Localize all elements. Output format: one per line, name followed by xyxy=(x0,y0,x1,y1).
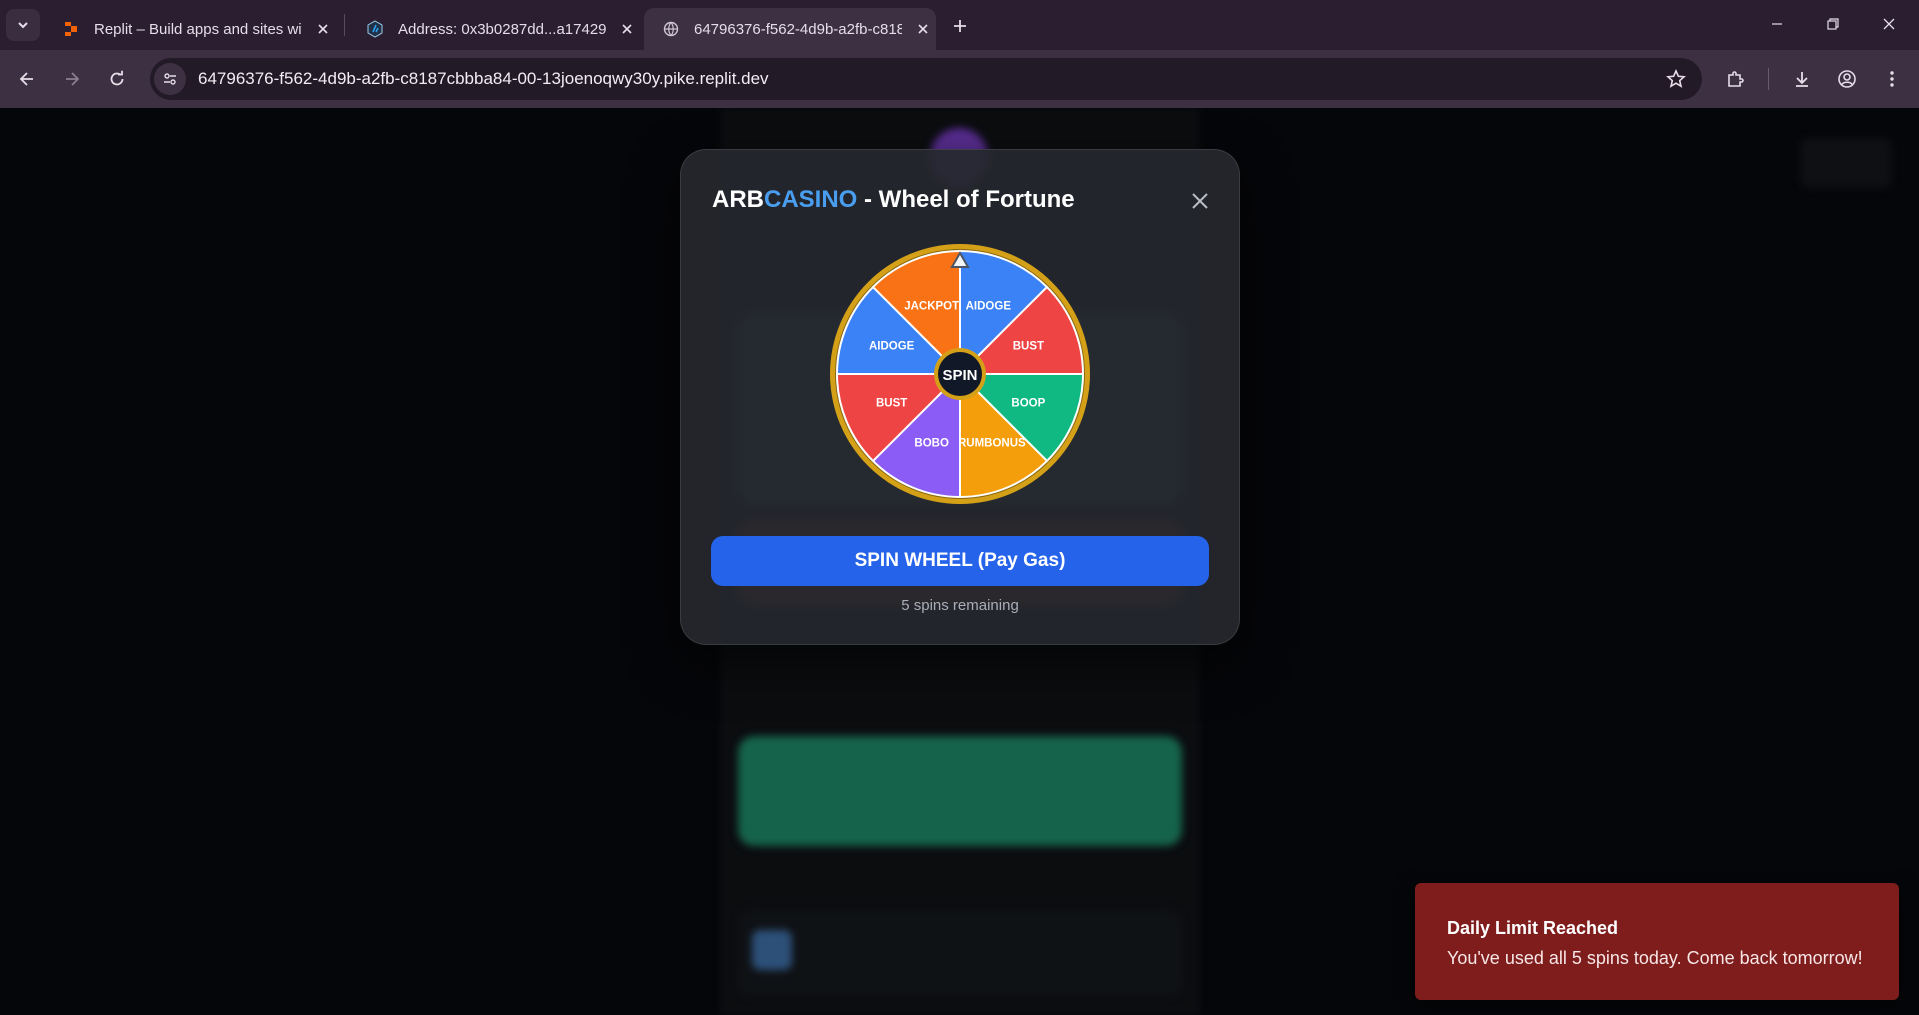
arrow-left-icon xyxy=(19,72,33,86)
account-icon xyxy=(1838,70,1856,88)
reload-button[interactable] xyxy=(101,63,133,95)
site-info-button[interactable] xyxy=(154,63,186,95)
wheel-segment-label: JACKPOT xyxy=(904,301,959,313)
window-close-button[interactable] xyxy=(1866,8,1912,40)
browser-tab-bar: Replit – Build apps and sites wit Addres… xyxy=(0,0,1919,50)
close-icon xyxy=(1192,193,1208,209)
wheel-segment-label: BOBO xyxy=(914,437,949,449)
wheel-modal: ARBCASINO - Wheel of Fortune AIDOGE BUST B… xyxy=(680,149,1240,645)
bookmark-button[interactable] xyxy=(1664,67,1688,91)
spin-hub-label: SPIN xyxy=(942,367,977,384)
error-toast[interactable]: Daily Limit Reached You've used all 5 sp… xyxy=(1415,883,1899,1000)
tab-divider xyxy=(344,14,345,36)
modal-title: ARBCASINO - Wheel of Fortune xyxy=(712,186,1075,214)
brand-casino: CASINO xyxy=(764,186,858,213)
spins-remaining-text: 5 spins remaining xyxy=(901,597,1019,614)
wheel-segment-label: AIDOGE xyxy=(966,301,1012,313)
wheel-segment-label: BOOP xyxy=(1011,397,1045,409)
minimize-icon xyxy=(1772,23,1782,25)
brand-arb: ARB xyxy=(712,186,764,213)
close-icon[interactable] xyxy=(312,18,334,40)
wheel-segment-label: BUST xyxy=(876,397,907,409)
download-icon xyxy=(1796,72,1808,87)
wheel-segment-label: AIDOGE xyxy=(869,341,915,353)
back-button[interactable] xyxy=(11,63,43,95)
title-text: - Wheel of Fortune xyxy=(857,186,1075,213)
new-tab-button[interactable] xyxy=(946,12,974,40)
profile-button[interactable] xyxy=(1831,63,1863,95)
puzzle-icon xyxy=(1728,71,1744,87)
tab-search-button[interactable] xyxy=(6,9,40,41)
restore-icon xyxy=(1827,18,1839,30)
tab-title: 64796376-f562-4d9b-a2fb-c818 xyxy=(694,20,902,38)
restore-button[interactable] xyxy=(1810,8,1856,40)
close-icon[interactable] xyxy=(912,18,934,40)
forward-button[interactable] xyxy=(56,63,88,95)
minimize-button[interactable] xyxy=(1754,8,1800,40)
replit-icon xyxy=(62,20,80,38)
address-bar[interactable]: 64796376-f562-4d9b-a2fb-c8187cbbba84-00-… xyxy=(150,58,1702,100)
tab-title: Replit – Build apps and sites wit xyxy=(94,20,302,38)
tab-active-app[interactable]: 64796376-f562-4d9b-a2fb-c818 xyxy=(644,8,936,50)
more-vert-icon xyxy=(1890,71,1894,87)
toast-title: Daily Limit Reached xyxy=(1447,918,1619,938)
close-icon[interactable] xyxy=(616,18,638,40)
reload-icon xyxy=(110,70,124,86)
browser-toolbar: 64796376-f562-4d9b-a2fb-c8187cbbba84-00-… xyxy=(0,50,1919,108)
url-text: 64796376-f562-4d9b-a2fb-c8187cbbba84-00-… xyxy=(198,69,769,88)
browser-menu-button[interactable] xyxy=(1876,63,1908,95)
toolbar-divider xyxy=(1768,68,1769,90)
globe-icon xyxy=(662,20,680,38)
arbitrum-icon xyxy=(366,20,384,38)
chevron-down-icon xyxy=(18,22,28,29)
plus-icon xyxy=(954,20,966,32)
tab-arbiscan[interactable]: Address: 0x3b0287dd...a17429c xyxy=(348,8,638,50)
star-icon xyxy=(1666,69,1686,88)
tab-title: Address: 0x3b0287dd...a17429c xyxy=(398,20,606,38)
close-icon xyxy=(1883,18,1895,30)
tune-icon xyxy=(164,73,176,85)
arrow-right-icon xyxy=(66,72,80,86)
wheel-segment-label: BUST xyxy=(1013,341,1044,353)
spin-wheel-button[interactable]: SPIN WHEEL (Pay Gas) xyxy=(711,536,1209,586)
downloads-button[interactable] xyxy=(1786,63,1818,95)
extensions-button[interactable] xyxy=(1719,63,1751,95)
tab-replit[interactable]: Replit – Build apps and sites wit xyxy=(44,8,342,50)
fortune-wheel[interactable]: AIDOGE BUST BOOP TRUMBONUSBOBO BUST AIDOGE JAC… xyxy=(827,241,1093,507)
wheel-segment-label: TRUMBONUS xyxy=(951,437,1026,449)
modal-close-button[interactable] xyxy=(1187,188,1213,214)
toast-message: You've used all 5 spins today. Come back… xyxy=(1447,948,1863,968)
